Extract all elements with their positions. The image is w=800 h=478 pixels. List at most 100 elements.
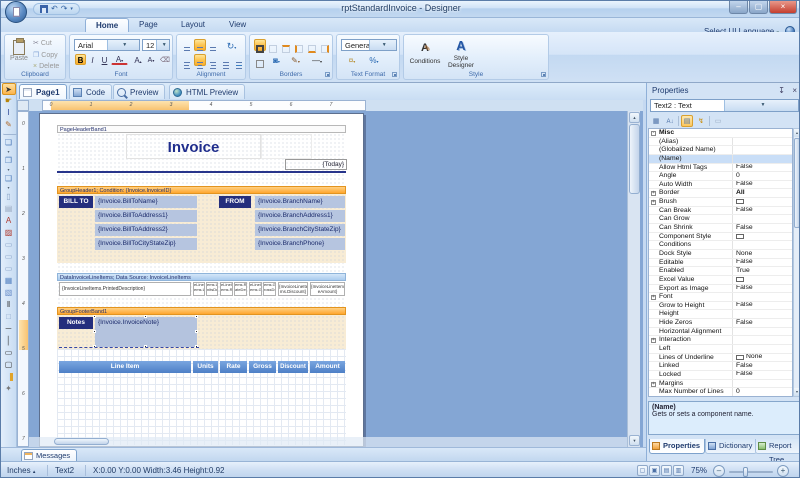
group-footer-band-bar[interactable]: GroupFooterBand1: [57, 307, 346, 315]
rate-cell-a[interactable]: eLineIt ems.R: [220, 282, 233, 296]
grow-font-button[interactable]: A▴: [132, 54, 144, 65]
property-row[interactable]: (Name): [649, 155, 792, 164]
band-component-2[interactable]: ▭: [2, 251, 16, 263]
discount-cell[interactable]: {InvoiceLineIte ms.Discount}: [278, 282, 308, 296]
property-row[interactable]: Locked False: [649, 371, 792, 380]
data-band-bar[interactable]: DataInvoiceLineItems; Data Source: Invoi…: [57, 273, 346, 281]
horizontal-line-primitive[interactable]: ─: [2, 323, 16, 335]
property-row[interactable]: Horizontal Alignment: [649, 328, 792, 337]
property-row[interactable]: Angle 0: [649, 172, 792, 181]
property-row[interactable]: Dock Style None: [649, 250, 792, 259]
property-row[interactable]: Export as Image False: [649, 285, 792, 294]
property-row[interactable]: + Border All: [649, 189, 792, 198]
invoice-note-field[interactable]: {Invoice.InvoiceNote}: [95, 317, 197, 347]
multi-page-view-icon[interactable]: ▤: [661, 465, 672, 476]
tab-html-preview[interactable]: HTML Preview: [169, 84, 245, 99]
rich-text-component[interactable]: A: [2, 215, 16, 227]
tab-home[interactable]: Home: [85, 18, 129, 32]
column-header-line-item[interactable]: Line Item: [59, 361, 191, 373]
selection-handle[interactable]: [93, 315, 96, 318]
column-header-amount[interactable]: Amount: [310, 361, 345, 373]
select-tool[interactable]: ➤: [2, 83, 16, 95]
canvas-horizontal-scrollbar[interactable]: [29, 437, 627, 447]
selection-handle[interactable]: [195, 330, 198, 333]
delete-button[interactable]: ×Delete: [33, 63, 59, 70]
chevron-down-icon[interactable]: ▼: [369, 40, 397, 50]
border-color-button[interactable]: ✎▾: [287, 54, 304, 66]
page-view-icon[interactable]: ▢: [637, 465, 648, 476]
selection-handle[interactable]: [195, 315, 198, 318]
units-cell-b[interactable]: ems.U nitsDe: [206, 282, 218, 296]
toolbox-separator[interactable]: [3, 132, 17, 135]
minimize-button[interactable]: –: [729, 1, 748, 14]
pin-icon[interactable]: ↧: [778, 86, 785, 95]
property-row[interactable]: + Font: [649, 293, 792, 302]
from-label[interactable]: FROM: [219, 196, 251, 208]
tab-view[interactable]: View: [219, 18, 256, 32]
notes-label[interactable]: Notes: [59, 317, 93, 329]
gross-cell-a[interactable]: eLineIt ems.G: [249, 282, 262, 296]
chevron-down-icon[interactable]: ▼: [107, 40, 140, 50]
chevron-down-icon[interactable]: ▼: [156, 40, 170, 50]
column-header-gross[interactable]: Gross: [249, 361, 276, 373]
sub-report-tool[interactable]: ❑: [2, 173, 16, 185]
word-wrap-button[interactable]: [233, 54, 245, 66]
font-family-combo[interactable]: Arial▼: [74, 39, 140, 51]
no-borders-button[interactable]: [267, 39, 279, 51]
italic-button[interactable]: I: [87, 54, 98, 65]
branch-address1-field[interactable]: {Invoice.BranchAddress1}: [255, 210, 345, 222]
scroll-thumb[interactable]: [629, 124, 640, 194]
align-center-button[interactable]: [194, 54, 206, 66]
property-row[interactable]: Can Shrink False: [649, 224, 792, 233]
cut-button[interactable]: ✂Cut: [33, 39, 52, 47]
zoom-out-button[interactable]: –: [713, 465, 725, 477]
design-canvas[interactable]: PageHeaderBand1 Invoice {Today} GroupHea…: [29, 111, 643, 447]
property-row[interactable]: Can Grow: [649, 215, 792, 224]
text-in-cells-component[interactable]: ▤: [2, 203, 16, 215]
currency-format-button[interactable]: ¤▾: [343, 54, 361, 66]
bottom-border-button[interactable]: [306, 39, 318, 51]
header-divider-line[interactable]: [57, 171, 346, 173]
copy-tool[interactable]: ❏: [2, 137, 16, 149]
close-button[interactable]: ×: [769, 1, 797, 14]
rectangle-primitive[interactable]: ▭: [2, 347, 16, 359]
band-resize-line[interactable]: [59, 347, 199, 348]
hand-tool[interactable]: ☛: [2, 95, 16, 107]
gross-cell-b[interactable]: ems.G rossDe: [263, 282, 276, 296]
zoom-mode-icon[interactable]: ▥: [673, 465, 684, 476]
branch-citystatezip-field[interactable]: {Invoice.BranchCityStateZip}: [255, 224, 345, 236]
rounded-rectangle-primitive[interactable]: ▢: [2, 359, 16, 371]
clear-formatting-button[interactable]: ⌫: [159, 54, 170, 65]
tools-button[interactable]: ✦: [2, 383, 16, 395]
underline-button[interactable]: U: [99, 54, 110, 65]
property-grid-scrollbar[interactable]: ▲ ▼: [793, 128, 800, 397]
chevron-down-icon[interactable]: ▼: [724, 100, 798, 111]
canvas-vertical-scrollbar[interactable]: ▲ ▼: [627, 111, 640, 447]
invoice-title-textbox[interactable]: Invoice: [126, 134, 261, 159]
align-bottom-button[interactable]: [207, 39, 219, 51]
align-top-button[interactable]: [181, 39, 193, 51]
bill-to-label[interactable]: BILL TO: [59, 196, 93, 208]
property-row[interactable]: Hide Zeros False: [649, 319, 792, 328]
branch-phone-field[interactable]: {Invoice.BranchPhone}: [255, 238, 345, 250]
scroll-down-icon[interactable]: ▼: [629, 435, 640, 446]
property-row[interactable]: Component Style: [649, 233, 792, 242]
property-row[interactable]: Excel Value: [649, 276, 792, 285]
border-style-button[interactable]: —▾: [306, 54, 328, 66]
bill-to-address2-field[interactable]: {Invoice.BillToAddress2}: [95, 224, 197, 236]
property-row[interactable]: Conditions: [649, 241, 792, 250]
band-component-3[interactable]: ▭: [2, 263, 16, 275]
branch-name-field[interactable]: {Invoice.BranchName}: [255, 196, 345, 208]
empty-textbox[interactable]: [261, 134, 312, 159]
property-row[interactable]: Editable False: [649, 259, 792, 268]
tab-dictionary[interactable]: Dictionary: [705, 439, 757, 454]
property-row[interactable]: Left: [649, 345, 792, 354]
bold-button[interactable]: B: [75, 54, 86, 65]
property-row[interactable]: (Alias): [649, 138, 792, 147]
property-row[interactable]: Allow Html Tags False: [649, 164, 792, 173]
top-border-button[interactable]: [280, 39, 292, 51]
conditions-button[interactable]: A✎ Conditions: [407, 37, 443, 73]
align-left-button[interactable]: [181, 54, 193, 66]
tab-page1[interactable]: Page1: [19, 84, 67, 99]
zoom-slider-thumb[interactable]: [743, 467, 748, 477]
